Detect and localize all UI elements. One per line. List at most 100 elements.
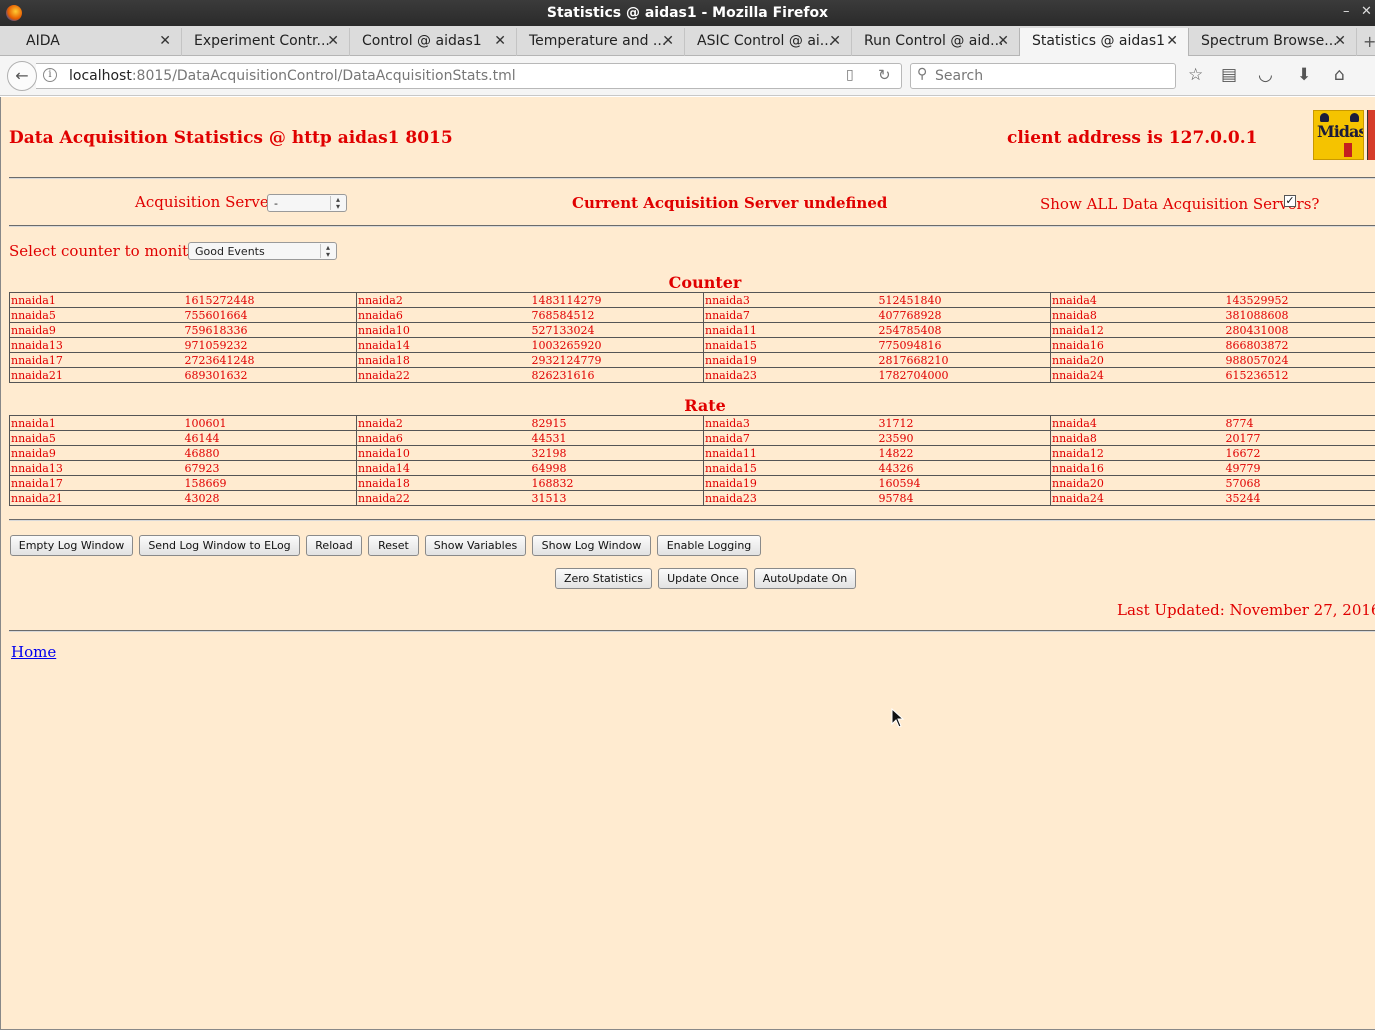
server-name-cell: nnaida22 — [356, 367, 531, 383]
crest-icon — [1350, 113, 1359, 122]
home-link[interactable]: Home — [11, 643, 56, 661]
tab-control[interactable]: Control @ aidas1 ✕ — [350, 28, 517, 56]
server-value-cell: 280431008 — [1224, 322, 1375, 338]
tab-close-icon[interactable]: ✕ — [829, 33, 841, 49]
server-name-cell: nnaida24 — [1050, 490, 1225, 506]
rate-table: nnaida1 100601 nnaida2 82915 nnaida3 31712 nna… — [9, 415, 1375, 506]
secondary-logo — [1367, 110, 1375, 160]
server-value-cell: 689301632 — [183, 367, 357, 383]
select-value: Good Events — [195, 245, 265, 258]
tab-statistics[interactable]: Statistics @ aidas1 ✕ — [1019, 28, 1189, 57]
site-info-icon[interactable]: i — [43, 68, 57, 82]
table-row: nnaida5 755601664 nnaida6 768584512 nnaida7 4… — [9, 307, 1375, 323]
autoupdate-on-button[interactable]: AutoUpdate On — [754, 568, 856, 589]
server-value-cell: 512451840 — [877, 292, 1051, 308]
tab-temperature[interactable]: Temperature and ... ✕ — [517, 28, 685, 56]
server-value-cell: 23590 — [877, 430, 1051, 446]
url-host: localhost — [69, 68, 132, 84]
server-name-cell: nnaida16 — [1050, 460, 1225, 476]
tab-close-icon[interactable]: ✕ — [159, 33, 171, 49]
reader-view-icon[interactable]: ▯ — [846, 67, 854, 83]
server-value-cell: 143529952 — [1224, 292, 1375, 308]
server-name-cell: nnaida5 — [9, 307, 184, 323]
show-log-window-button[interactable]: Show Log Window — [532, 535, 651, 556]
reset-button[interactable]: Reset — [368, 535, 419, 556]
reading-list-icon[interactable]: ▤ — [1221, 65, 1237, 85]
server-value-cell: 46880 — [183, 445, 357, 461]
server-value-cell: 35244 — [1224, 490, 1375, 506]
table-row: nnaida21 689301632 nnaida22 826231616 nnaida… — [9, 367, 1375, 383]
zero-statistics-button[interactable]: Zero Statistics — [555, 568, 652, 589]
show-variables-button[interactable]: Show Variables — [425, 535, 526, 556]
pocket-icon[interactable]: ◡ — [1258, 65, 1273, 85]
server-name-cell: nnaida12 — [1050, 445, 1225, 461]
server-name-cell: nnaida3 — [703, 415, 878, 431]
tab-close-icon[interactable]: ✕ — [494, 33, 506, 49]
tab-run-control[interactable]: Run Control @ aid... ✕ — [852, 28, 1020, 56]
server-value-cell: 31513 — [530, 490, 704, 506]
tab-experiment-control[interactable]: Experiment Contr... ✕ — [182, 28, 350, 56]
server-name-cell: nnaida13 — [9, 460, 184, 476]
divider — [9, 177, 1375, 179]
server-name-cell: nnaida21 — [9, 490, 184, 506]
server-name-cell: nnaida20 — [1050, 475, 1225, 491]
enable-logging-button[interactable]: Enable Logging — [657, 535, 761, 556]
counter-select[interactable]: Good Events ▴ ▾ — [188, 242, 337, 260]
home-icon[interactable]: ⌂ — [1334, 65, 1345, 85]
tab-aida[interactable]: AIDA ✕ — [14, 28, 182, 56]
reload-button[interactable]: Reload — [306, 535, 362, 556]
midas-logo: Midas — [1313, 110, 1364, 160]
empty-log-window-button[interactable]: Empty Log Window — [10, 535, 133, 556]
server-name-cell: nnaida9 — [9, 322, 184, 338]
update-once-button[interactable]: Update Once — [658, 568, 748, 589]
server-name-cell: nnaida7 — [703, 307, 878, 323]
acquisition-servers-select[interactable]: - ▴ ▾ — [267, 194, 347, 212]
tab-spectrum-browser[interactable]: Spectrum Browse... ✕ — [1189, 28, 1357, 56]
search-input[interactable] — [935, 67, 1165, 85]
tab-label: Control @ aidas1 — [362, 33, 482, 49]
server-value-cell: 407768928 — [877, 307, 1051, 323]
tab-close-icon[interactable]: ✕ — [1334, 33, 1346, 49]
server-name-cell: nnaida10 — [356, 322, 531, 338]
server-value-cell: 2723641248 — [183, 352, 357, 368]
server-name-cell: nnaida23 — [703, 490, 878, 506]
server-value-cell: 31712 — [877, 415, 1051, 431]
server-value-cell: 95784 — [877, 490, 1051, 506]
tab-close-icon[interactable]: ✕ — [327, 33, 339, 49]
close-window-icon[interactable]: ✕ — [1361, 4, 1372, 19]
server-name-cell: nnaida4 — [1050, 292, 1225, 308]
server-value-cell: 527133024 — [530, 322, 704, 338]
tab-close-icon[interactable]: ✕ — [662, 33, 674, 49]
server-name-cell: nnaida18 — [356, 352, 531, 368]
navigation-bar: i localhost:8015/DataAcquisitionControl/… — [0, 56, 1375, 96]
server-value-cell: 971059232 — [183, 337, 357, 353]
server-value-cell: 82915 — [530, 415, 704, 431]
reload-icon[interactable]: ↻ — [878, 66, 891, 84]
back-button[interactable]: ← — [7, 61, 37, 91]
url-path: :8015/DataAcquisitionControl/DataAcquisi… — [131, 68, 516, 84]
url-text[interactable]: localhost:8015/DataAcquisitionControl/Da… — [69, 68, 516, 84]
show-all-servers-checkbox[interactable]: ✓ — [1284, 195, 1296, 207]
server-value-cell: 1483114279 — [530, 292, 704, 308]
send-log-to-elog-button[interactable]: Send Log Window to ELog — [139, 535, 300, 556]
server-name-cell: nnaida23 — [703, 367, 878, 383]
tab-asic-control[interactable]: ASIC Control @ ai... ✕ — [685, 28, 852, 56]
server-value-cell: 1615272448 — [183, 292, 357, 308]
new-tab-icon[interactable]: + — [1363, 32, 1375, 51]
downloads-icon[interactable]: ⬇ — [1297, 65, 1311, 85]
client-address: client address is 127.0.0.1 — [1007, 128, 1258, 148]
server-value-cell: 1782704000 — [877, 367, 1051, 383]
url-bar[interactable]: i localhost:8015/DataAcquisitionControl/… — [36, 63, 902, 89]
server-value-cell: 988057024 — [1224, 352, 1375, 368]
search-bar[interactable]: ⚲ — [910, 63, 1176, 89]
minimize-icon[interactable]: – — [1343, 4, 1350, 19]
server-value-cell: 866803872 — [1224, 337, 1375, 353]
bookmark-star-icon[interactable]: ☆ — [1188, 65, 1203, 85]
acquisition-servers-label: Acquisition Servers — [135, 193, 284, 211]
tab-close-icon[interactable]: ✕ — [997, 33, 1009, 49]
tab-close-icon[interactable]: ✕ — [1166, 33, 1178, 49]
table-row: nnaida13 67923 nnaida14 64998 nnaida15 44326 n… — [9, 460, 1375, 476]
server-value-cell: 16672 — [1224, 445, 1375, 461]
tab-label: Statistics @ aidas1 — [1032, 33, 1166, 49]
server-name-cell: nnaida15 — [703, 460, 878, 476]
